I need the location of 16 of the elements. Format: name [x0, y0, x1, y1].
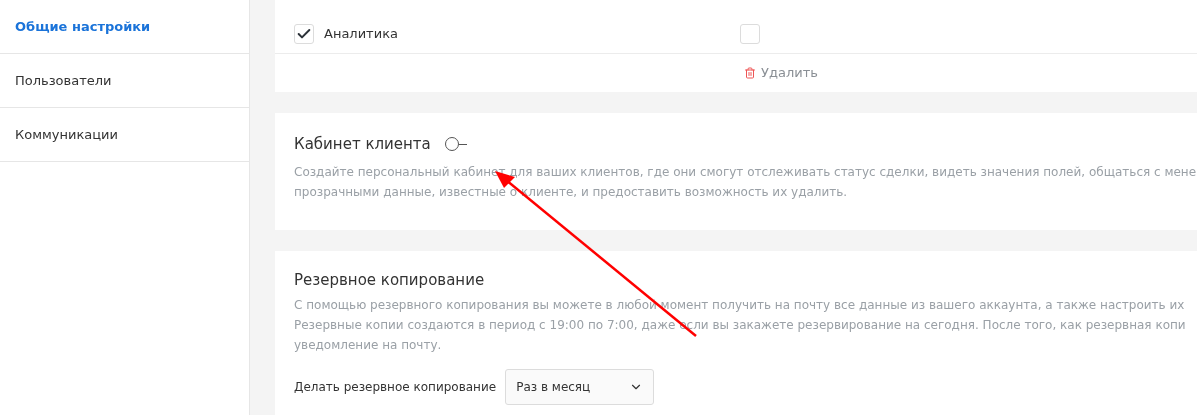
description-text: прозрачными данные, известные о клиенте, и предоставить возможность их удалить. [294, 183, 848, 201]
checkbox[interactable] [294, 23, 314, 44]
field-label: Делать резервное копирование [294, 379, 497, 396]
description-text: уведомление на почту. [294, 337, 442, 354]
checkbox[interactable] [740, 23, 760, 44]
frequency-select[interactable]: Раз в месяц [505, 369, 655, 405]
section-title: Резервное копирование [294, 269, 485, 291]
permission-label: Аналитика [324, 24, 398, 43]
toggle-switch[interactable] [444, 137, 467, 152]
sidebar-item[interactable]: Общие настройки [0, 0, 249, 54]
sidebar-item[interactable]: Пользователи [0, 54, 249, 108]
description-text: С помощью резервного копирования вы можете в любой момент получить на почту все данные из вашего аккаунта, а также настроить их [294, 297, 1185, 314]
section-title: Кабинет клиента [294, 134, 431, 155]
sidebar-item[interactable]: Коммуникации [0, 108, 249, 162]
trash-icon [744, 67, 756, 79]
description-text: Создайте персональный кабинет для ваших клиентов, где они смогут отслеживать статус сделки, видеть значения полей, общаться с мене [294, 163, 1197, 181]
